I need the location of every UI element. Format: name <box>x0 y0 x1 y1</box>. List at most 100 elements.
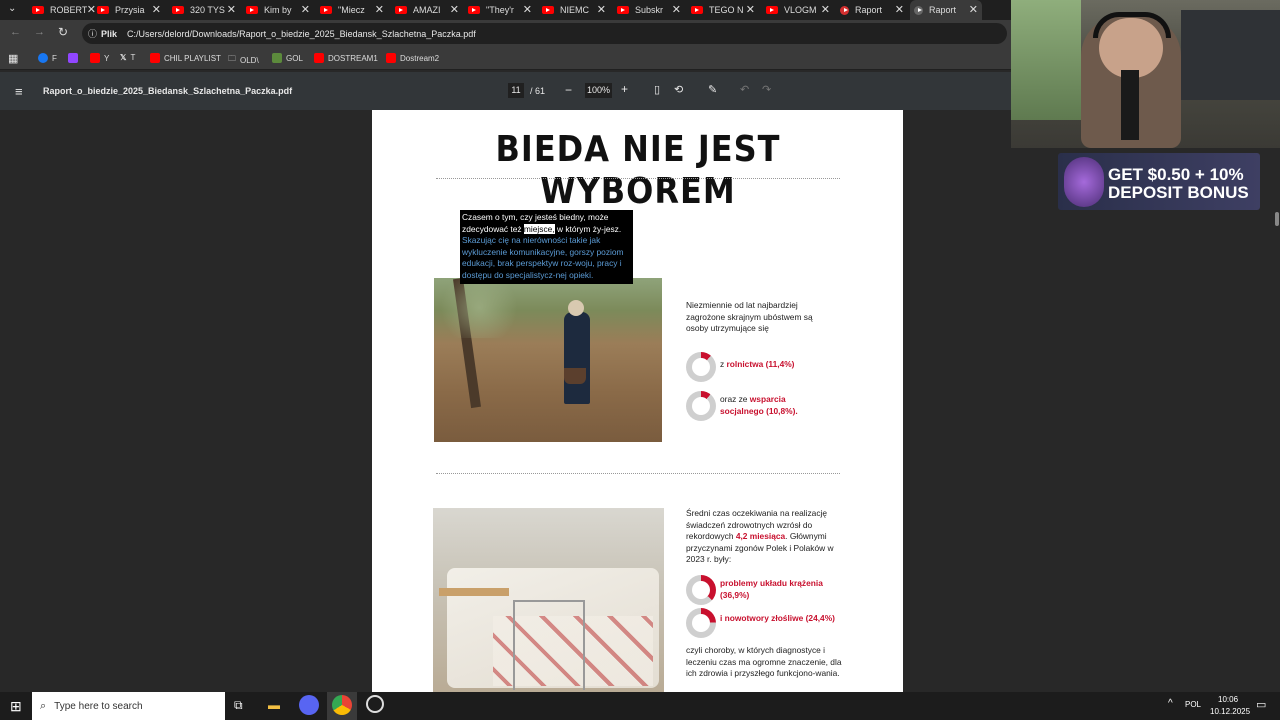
stat1-b: oraz ze wsparcia socjalnego (10,8%). <box>720 394 820 417</box>
close-tab-icon[interactable]: ✕ <box>895 3 904 16</box>
youtube-icon <box>320 6 332 14</box>
zoom-input[interactable]: 100% <box>585 83 612 98</box>
info-icon[interactable]: ⓘ <box>88 27 97 40</box>
bookmark-youtube[interactable]: Y <box>90 53 109 63</box>
ad-line2: DEPOSIT BONUS <box>1108 183 1249 202</box>
browser-tab[interactable]: Przysia ✕ <box>93 0 165 20</box>
browser-tab[interactable]: Raport ✕ <box>910 0 982 20</box>
discord-icon[interactable] <box>299 695 319 715</box>
close-tab-icon[interactable]: ✕ <box>821 3 830 16</box>
obs-icon[interactable] <box>366 695 384 713</box>
close-tab-icon[interactable]: ✕ <box>672 3 681 16</box>
bookmark-gol[interactable]: GOL <box>272 53 303 63</box>
back-icon[interactable]: ← <box>10 26 21 38</box>
reload-icon[interactable]: ↻ <box>58 25 68 39</box>
browser-tab[interactable]: Kim by ✕ <box>242 0 314 20</box>
tab-label: TEGO N <box>709 5 744 15</box>
file-explorer-icon[interactable]: ▬ <box>268 698 280 712</box>
bookmark-dostream1[interactable]: DOSTREAM1 <box>314 53 378 63</box>
woman-figure <box>564 312 590 404</box>
bookmark-chil-playlist[interactable]: CHIL PLAYLIST <box>150 53 221 63</box>
donut-nowotwory <box>686 608 716 638</box>
tray-chevron-icon[interactable]: ^ <box>1168 698 1173 709</box>
bedside-table <box>439 588 509 596</box>
menu-icon[interactable]: ≡ <box>15 84 23 99</box>
pdf-tab-icon <box>840 5 849 15</box>
bookmark-label: GOL <box>286 53 303 63</box>
deposit-bonus-ad[interactable]: GET $0.50 + 10% DEPOSIT BONUS <box>1058 153 1260 210</box>
windows-start-icon[interactable]: ⊞ <box>10 698 22 715</box>
taskbar: ⊞ ⌕ Type here to search ⧉ ▬ ^ POL 10:06 … <box>0 692 1280 720</box>
notifications-icon[interactable]: ▭ <box>1256 698 1266 711</box>
close-tab-icon[interactable]: ✕ <box>375 3 384 16</box>
twitch-icon <box>68 53 78 63</box>
address-url: C:/Users/delord/Downloads/Raport_o_biedz… <box>127 28 476 39</box>
browser-tab[interactable]: Subskr ✕ <box>613 0 685 20</box>
photo-elderly-in-hospital-bed <box>433 508 664 692</box>
facebook-icon <box>38 53 48 63</box>
browser-tab[interactable]: "They'r ✕ <box>464 0 536 20</box>
page-number-input[interactable]: 11 <box>508 83 524 98</box>
clock-time[interactable]: 10:06 <box>1218 695 1238 704</box>
browser-tab[interactable]: NIEMC ✕ <box>538 0 610 20</box>
stat2-highlight: 4,2 miesiąca <box>735 531 786 542</box>
task-view-icon[interactable]: ⧉ <box>234 698 243 713</box>
selected-quote: Czasem o tym, czy jesteś biedny, może zd… <box>460 210 633 284</box>
bookmark-facebook[interactable]: F <box>38 53 57 63</box>
stat2-intro: Średni czas oczekiwania na realizację św… <box>686 508 854 566</box>
close-tab-icon[interactable]: ✕ <box>301 3 310 16</box>
taskbar-search-box[interactable]: ⌕ Type here to search <box>32 692 225 720</box>
browser-tab[interactable]: "Miecz ✕ <box>316 0 388 20</box>
fit-page-icon[interactable]: ▯ <box>654 83 660 96</box>
patterned-quilt <box>493 616 653 686</box>
zoom-out-icon[interactable]: − <box>565 83 572 97</box>
browser-tab[interactable]: VLOGM ✕ <box>762 0 834 20</box>
youtube-icon <box>395 6 407 14</box>
stat1-a-value: rolnictwa (11,4%) <box>726 359 795 369</box>
quote-part2: w którym ży-jesz. <box>554 223 622 234</box>
youtube-icon <box>90 53 100 63</box>
annotate-icon[interactable]: ✎ <box>708 83 717 96</box>
close-tab-icon[interactable]: ✕ <box>746 3 755 16</box>
youtube-icon <box>766 6 778 14</box>
bookmark-label: OLD\ <box>240 55 259 65</box>
bookmark-x[interactable]: 𝕏T <box>120 53 135 62</box>
bookmark-dostream2[interactable]: Dostream2 <box>386 53 439 63</box>
apps-grid-icon[interactable]: ▦ <box>8 52 18 65</box>
close-tab-icon[interactable]: ✕ <box>450 3 459 16</box>
browser-tab[interactable]: TEGO N ✕ <box>687 0 759 20</box>
background-screen <box>1181 10 1280 100</box>
zoom-in-icon[interactable]: + <box>621 82 628 96</box>
youtube-icon <box>468 6 480 14</box>
close-tab-icon[interactable]: ✕ <box>523 3 532 16</box>
close-tab-icon[interactable]: ✕ <box>152 3 161 16</box>
bookmark-twitch[interactable] <box>68 53 82 63</box>
browser-tab[interactable]: Raport ✕ <box>836 0 908 20</box>
undo-icon[interactable]: ↶ <box>740 83 749 96</box>
bookmark-label: T <box>130 53 136 62</box>
pdf-toolbar: ≡ Raport_o_biedzie_2025_Biedansk_Szlache… <box>0 72 1012 110</box>
youtube-icon <box>386 53 396 63</box>
rotate-icon[interactable]: ⟲ <box>674 83 683 96</box>
forward-icon[interactable]: → <box>34 26 45 38</box>
tab-label: Kim by <box>264 5 292 15</box>
close-tab-icon[interactable]: ✕ <box>227 3 236 16</box>
browser-tab[interactable]: 320 TYS ✕ <box>168 0 240 20</box>
clock-date[interactable]: 10.12.2025 <box>1210 707 1250 716</box>
browser-tab[interactable]: AMAZI ✕ <box>391 0 463 20</box>
tab-search-icon[interactable]: ⌄ <box>8 3 16 14</box>
pdf-filename: Raport_o_biedzie_2025_Biedansk_Szlachetn… <box>43 86 293 96</box>
x-logo-icon: 𝕏 <box>120 53 127 62</box>
bookmark-label: Dostream2 <box>400 53 440 63</box>
close-tab-icon[interactable]: ✕ <box>969 3 978 16</box>
address-input[interactable]: ⓘ Plik C:/Users/delord/Downloads/Raport_… <box>82 23 1007 44</box>
redo-icon[interactable]: ↷ <box>762 83 771 96</box>
browser-tab[interactable]: ROBERT ✕ <box>28 0 100 20</box>
bookmark-folder-old[interactable]: 🗀 OLD\ <box>228 53 259 67</box>
scrollbar-thumb[interactable] <box>1275 212 1279 226</box>
close-tab-icon[interactable]: ✕ <box>597 3 606 16</box>
youtube-icon <box>617 6 629 14</box>
language-indicator[interactable]: POL <box>1185 700 1201 709</box>
youtube-icon <box>32 6 44 14</box>
pdf-tab-icon <box>914 5 923 15</box>
